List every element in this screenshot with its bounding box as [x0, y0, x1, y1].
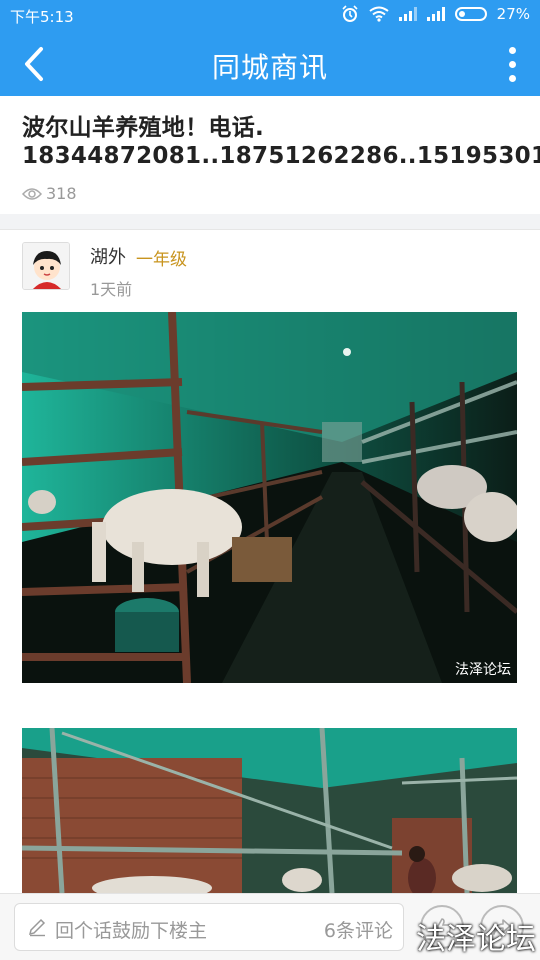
photo-watermark: 法泽论坛: [455, 662, 511, 678]
view-count: 318: [22, 184, 77, 203]
more-menu-button[interactable]: [498, 40, 526, 88]
comment-placeholder: 回个话鼓励下楼主: [55, 920, 208, 942]
barn-photo-image: [22, 728, 517, 893]
more-vertical-icon: [508, 46, 516, 54]
pencil-icon: [28, 918, 46, 937]
app-header: 同城商讯: [0, 32, 540, 96]
page-title: 同城商讯: [211, 51, 328, 84]
post-time: 1天前: [90, 280, 133, 299]
site-watermark: 法泽论坛: [416, 922, 536, 957]
comment-input[interactable]: 回个话鼓励下楼主 6条评论: [14, 903, 404, 951]
status-bar: 下午5:13 27%: [0, 0, 540, 32]
post-photo[interactable]: [22, 728, 517, 893]
avatar[interactable]: [22, 242, 70, 290]
page: 下午5:13 27% 同城商讯 波尔山羊养殖地！电话. 18344872081.…: [0, 0, 540, 960]
signal-icon-2: [426, 7, 445, 21]
comment-count[interactable]: 6条评论: [324, 916, 393, 943]
barn-photo-image: [22, 312, 517, 683]
avatar-cartoon-icon: [23, 243, 69, 289]
status-icons: 27%: [341, 5, 530, 23]
comment-bar: 回个话鼓励下楼主 6条评论 法泽论坛: [0, 893, 540, 960]
battery-level: 27%: [496, 5, 530, 23]
post-photo[interactable]: 法泽论坛: [22, 312, 517, 683]
signal-icon: [398, 7, 417, 21]
author-name[interactable]: 湖外: [90, 243, 126, 269]
status-time: 下午5:13: [10, 8, 74, 26]
alarm-icon: [342, 5, 358, 22]
section-divider: [0, 214, 540, 230]
view-count-value: 318: [46, 184, 77, 203]
author-level-badge: 一年级: [136, 250, 187, 270]
wifi-icon: [369, 6, 389, 22]
battery-icon: [454, 7, 487, 21]
eye-icon: [22, 187, 42, 200]
post-title: 波尔山羊养殖地！电话. 18344872081..18751262286..15…: [22, 115, 540, 169]
